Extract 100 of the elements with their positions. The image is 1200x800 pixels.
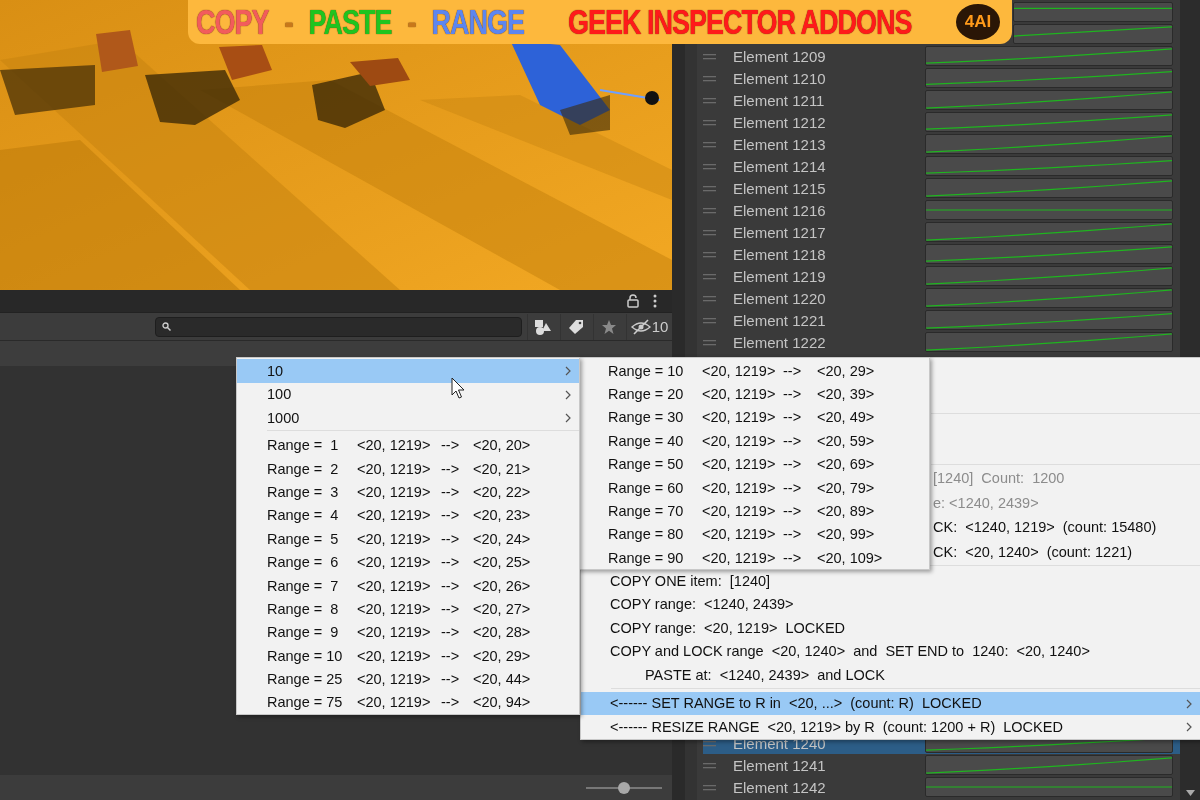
- element-label: Element 1222: [733, 333, 827, 351]
- drag-handle-icon[interactable]: [703, 118, 716, 126]
- menu-item[interactable]: Range = 9 <20, 1219> --> <20, 28>: [237, 620, 579, 644]
- curve-field[interactable]: [925, 90, 1173, 110]
- element-label: Element 1217: [733, 223, 827, 241]
- element-label: Element 1212: [733, 113, 827, 131]
- menu-item[interactable]: Range = 6 <20, 1219> --> <20, 25>: [237, 550, 579, 574]
- menu-item[interactable]: Range = 7 <20, 1219> --> <20, 26>: [237, 573, 579, 598]
- search-icon: [162, 322, 171, 331]
- chevron-right-icon: [1186, 722, 1192, 732]
- curve-field[interactable]: [925, 134, 1173, 154]
- element-label: Element 1241: [733, 756, 827, 774]
- menu-item[interactable]: Range = 5 <20, 1219> --> <20, 24>: [237, 527, 579, 551]
- chevron-right-icon: [565, 389, 571, 400]
- curve-field[interactable]: [925, 332, 1173, 352]
- element-label: Element 1221: [733, 311, 827, 329]
- curve-field[interactable]: [1013, 2, 1173, 22]
- curve-field[interactable]: [925, 46, 1173, 66]
- menu-item[interactable]: Range = 8 <20, 1219> --> <20, 27>: [237, 597, 579, 621]
- eye-slash-icon: [630, 318, 651, 335]
- element-label: Element 1242: [733, 778, 827, 796]
- scroll-down-icon[interactable]: [1185, 790, 1195, 796]
- curve-field[interactable]: [925, 156, 1173, 176]
- menu-item[interactable]: 10: [237, 359, 579, 383]
- element-label: Element 1215: [733, 179, 827, 197]
- drag-handle-icon[interactable]: [703, 316, 716, 324]
- curve-field[interactable]: [925, 68, 1173, 88]
- curve-field[interactable]: [925, 178, 1173, 198]
- menu-item[interactable]: Range = 10 <20, 1219> --> <20, 29>: [578, 359, 929, 383]
- menu-item[interactable]: Range = 70 <20, 1219> --> <20, 89>: [578, 499, 929, 523]
- menu-item[interactable]: PASTE at: <1240, 2439> and LOCK: [581, 663, 1200, 687]
- element-label: Element 1218: [733, 245, 827, 263]
- banner-title: RANGE: [431, 1, 525, 43]
- menu-item[interactable]: CK: <20, 1240> (count: 1221): [931, 539, 1200, 564]
- menu-item[interactable]: CK: <1240, 1219> (count: 15480): [931, 515, 1200, 540]
- curve-field[interactable]: [925, 112, 1173, 132]
- menu-item[interactable]: <------ SET RANGE to R in <20, ...> (count: R) LOCKED: [581, 691, 1200, 715]
- element-label: Element 1210: [733, 69, 827, 87]
- chevron-right-icon: [1186, 698, 1192, 709]
- drag-handle-icon[interactable]: [703, 783, 716, 791]
- search-field[interactable]: [155, 316, 523, 337]
- menu-item[interactable]: Range = 30 <20, 1219> --> <20, 49>: [578, 405, 929, 430]
- menu-item[interactable]: Range = 50 <20, 1219> --> <20, 69>: [578, 452, 929, 476]
- menu-item[interactable]: COPY and LOCK range <20, 1240> and SET END to 1240: <20, 1240>: [581, 639, 1200, 663]
- menu-item[interactable]: Range = 3 <20, 1219> --> <20, 22>: [237, 480, 579, 504]
- curve-field[interactable]: [925, 777, 1173, 797]
- element-label: Element 1219: [733, 267, 827, 285]
- curve-field[interactable]: [925, 266, 1173, 286]
- curve-field[interactable]: [925, 244, 1173, 264]
- curve-field[interactable]: [1013, 24, 1173, 44]
- banner-title: -: [284, 1, 293, 43]
- shapes-icon: [533, 318, 552, 335]
- drag-handle-icon[interactable]: [703, 74, 716, 82]
- menu-item[interactable]: Range = 25 <20, 1219> --> <20, 44>: [237, 667, 579, 691]
- menu-item[interactable]: COPY range: <1240, 2439>: [581, 592, 1200, 616]
- drag-handle-icon[interactable]: [703, 140, 716, 148]
- menu-item[interactable]: Range = 75 <20, 1219> --> <20, 94>: [237, 690, 579, 715]
- drag-handle-icon[interactable]: [703, 294, 716, 302]
- drag-handle-icon[interactable]: [703, 52, 716, 60]
- banner-title: GEEK INSPECTOR ADDONS: [568, 1, 912, 43]
- drag-handle-icon[interactable]: [703, 184, 716, 192]
- menu-icon[interactable]: [653, 294, 657, 308]
- menu-item[interactable]: Range = 1 <20, 1219> --> <20, 20>: [237, 433, 579, 457]
- curve-field[interactable]: [925, 288, 1173, 308]
- curve-field[interactable]: [925, 310, 1173, 330]
- drag-handle-icon[interactable]: [703, 162, 716, 170]
- menu-item[interactable]: 1000: [237, 406, 579, 430]
- lock-icon[interactable]: [627, 294, 639, 308]
- menu-item[interactable]: Range = 20 <20, 1219> --> <20, 39>: [578, 382, 929, 406]
- menu-item[interactable]: Range = 90 <20, 1219> --> <20, 109>: [578, 546, 929, 570]
- element-label: Element 1213: [733, 135, 827, 153]
- drag-handle-icon[interactable]: [703, 96, 716, 104]
- menu-item[interactable]: <------ RESIZE RANGE <20, 1219> by R (count: 1200 + R) LOCKED: [581, 715, 1200, 739]
- drag-handle-icon[interactable]: [703, 739, 716, 747]
- drag-handle-icon[interactable]: [703, 338, 716, 346]
- menu-item[interactable]: Range = 10 <20, 1219> --> <20, 29>: [237, 644, 579, 668]
- drag-handle-icon[interactable]: [703, 272, 716, 280]
- drag-handle-icon[interactable]: [703, 761, 716, 769]
- tag-icon: [567, 318, 584, 335]
- drag-handle-icon[interactable]: [703, 228, 716, 236]
- banner-title: PASTE: [308, 1, 392, 43]
- element-label: Element 1216: [733, 201, 827, 219]
- element-label: Element 1220: [733, 289, 827, 307]
- menu-item[interactable]: Range = 2 <20, 1219> --> <20, 21>: [237, 456, 579, 481]
- curve-field[interactable]: [925, 755, 1173, 775]
- menu-item[interactable]: COPY ONE item: [1240]: [581, 569, 1200, 593]
- drag-handle-icon[interactable]: [703, 206, 716, 214]
- menu-item[interactable]: COPY range: <20, 1219> LOCKED: [581, 616, 1200, 640]
- menu-item[interactable]: Range = 40 <20, 1219> --> <20, 59>: [578, 429, 929, 453]
- element-label: Element 1211: [733, 91, 826, 109]
- mouse-cursor-icon: [451, 377, 465, 399]
- menu-item[interactable]: Range = 4 <20, 1219> --> <20, 23>: [237, 503, 579, 528]
- curve-field[interactable]: [925, 200, 1173, 220]
- menu-item[interactable]: Range = 80 <20, 1219> --> <20, 99>: [578, 522, 929, 547]
- star-icon: [600, 318, 617, 335]
- drag-handle-icon[interactable]: [703, 250, 716, 258]
- menu-item[interactable]: Range = 60 <20, 1219> --> <20, 79>: [578, 475, 929, 500]
- banner-title: -: [407, 1, 416, 43]
- banner-title: COPY: [196, 1, 269, 43]
- curve-field[interactable]: [925, 222, 1173, 242]
